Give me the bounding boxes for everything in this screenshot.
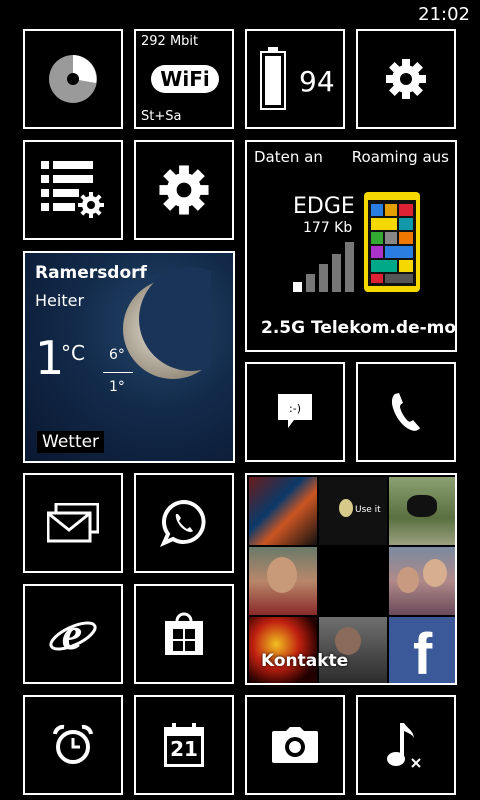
- data-status: Daten an: [254, 148, 323, 166]
- contacts-tile[interactable]: Use it f Kontakte: [245, 473, 457, 685]
- internet-explorer-tile[interactable]: e: [23, 584, 123, 684]
- battery-tile[interactable]: 94: [245, 29, 345, 129]
- internet-explorer-icon: e: [49, 611, 97, 657]
- settings-tile-2[interactable]: [134, 140, 234, 240]
- camera-icon: [272, 727, 318, 763]
- music-note-icon: [387, 723, 421, 768]
- data-usage-tile[interactable]: [23, 29, 123, 129]
- settings-list-icon: [41, 161, 104, 218]
- contacts-label: Kontakte: [261, 651, 349, 671]
- signal-bars-icon: [293, 242, 354, 292]
- phone-tile[interactable]: [356, 362, 456, 462]
- gear-icon: [386, 59, 426, 99]
- calendar-day: 21: [170, 737, 198, 761]
- contact-photo: [319, 547, 387, 615]
- whatsapp-tile[interactable]: [134, 473, 234, 573]
- moon-image: [123, 267, 211, 379]
- weather-condition: Heiter: [35, 291, 85, 310]
- weather-divider: [103, 372, 133, 373]
- weather-app-label: Wetter: [37, 431, 105, 453]
- message-icon: :-): [278, 394, 312, 428]
- gear-icon: [159, 165, 209, 215]
- whatsapp-icon: [160, 499, 206, 547]
- mail-icon: [47, 503, 99, 543]
- weather-unit: °C: [61, 341, 85, 365]
- contact-photo: [389, 547, 455, 615]
- status-time: 21:02: [418, 4, 470, 25]
- pie-chart-icon: [49, 55, 97, 103]
- music-tile[interactable]: [356, 695, 456, 795]
- contact-photo: [389, 477, 455, 545]
- alarm-clock-icon: [53, 724, 93, 764]
- settings-tile[interactable]: [356, 29, 456, 129]
- weather-temp: 1: [35, 331, 65, 385]
- mail-tile[interactable]: [23, 473, 123, 573]
- battery-percent: 94: [299, 65, 335, 98]
- svg-text:e: e: [62, 611, 82, 657]
- contact-photo: Use it: [319, 477, 387, 545]
- facebook-icon: f: [389, 617, 455, 683]
- calendar-icon: 21: [164, 723, 204, 767]
- operator-name: 2.5G Telekom.de-mo: [261, 318, 457, 338]
- roaming-status: Roaming aus: [351, 148, 449, 166]
- phone-image: [364, 192, 420, 292]
- wifi-tile[interactable]: 292 Mbit WiFi St+Sa: [134, 29, 234, 129]
- contact-photo: [249, 477, 317, 545]
- weather-high: 6°: [109, 347, 125, 363]
- network-tile[interactable]: Daten an Roaming aus EDGE 177 Kb 2.5G Te…: [245, 140, 457, 352]
- calendar-tile[interactable]: 21: [134, 695, 234, 795]
- wifi-speed: 292 Mbit: [141, 34, 199, 49]
- alarm-tile[interactable]: [23, 695, 123, 795]
- weather-city: Ramersdorf: [35, 263, 147, 283]
- network-tech: EDGE: [293, 194, 355, 219]
- battery-icon: [260, 47, 286, 110]
- settings-list-tile[interactable]: [23, 140, 123, 240]
- camera-tile[interactable]: [245, 695, 345, 795]
- store-tile[interactable]: [134, 584, 234, 684]
- messaging-tile[interactable]: :-): [245, 362, 345, 462]
- weather-tile[interactable]: Ramersdorf Heiter 1 °C 6° 1° Wetter: [23, 251, 235, 463]
- phone-icon: [391, 393, 420, 431]
- network-speed: 177 Kb: [303, 220, 353, 236]
- wifi-icon: WiFi: [151, 65, 219, 93]
- svg-text::-): :-): [289, 402, 301, 415]
- wifi-network: St+Sa: [141, 109, 182, 124]
- store-icon: [165, 612, 203, 655]
- contact-photo: [249, 547, 317, 615]
- weather-low: 1°: [109, 379, 125, 395]
- contact-photo-text: Use it: [355, 505, 381, 515]
